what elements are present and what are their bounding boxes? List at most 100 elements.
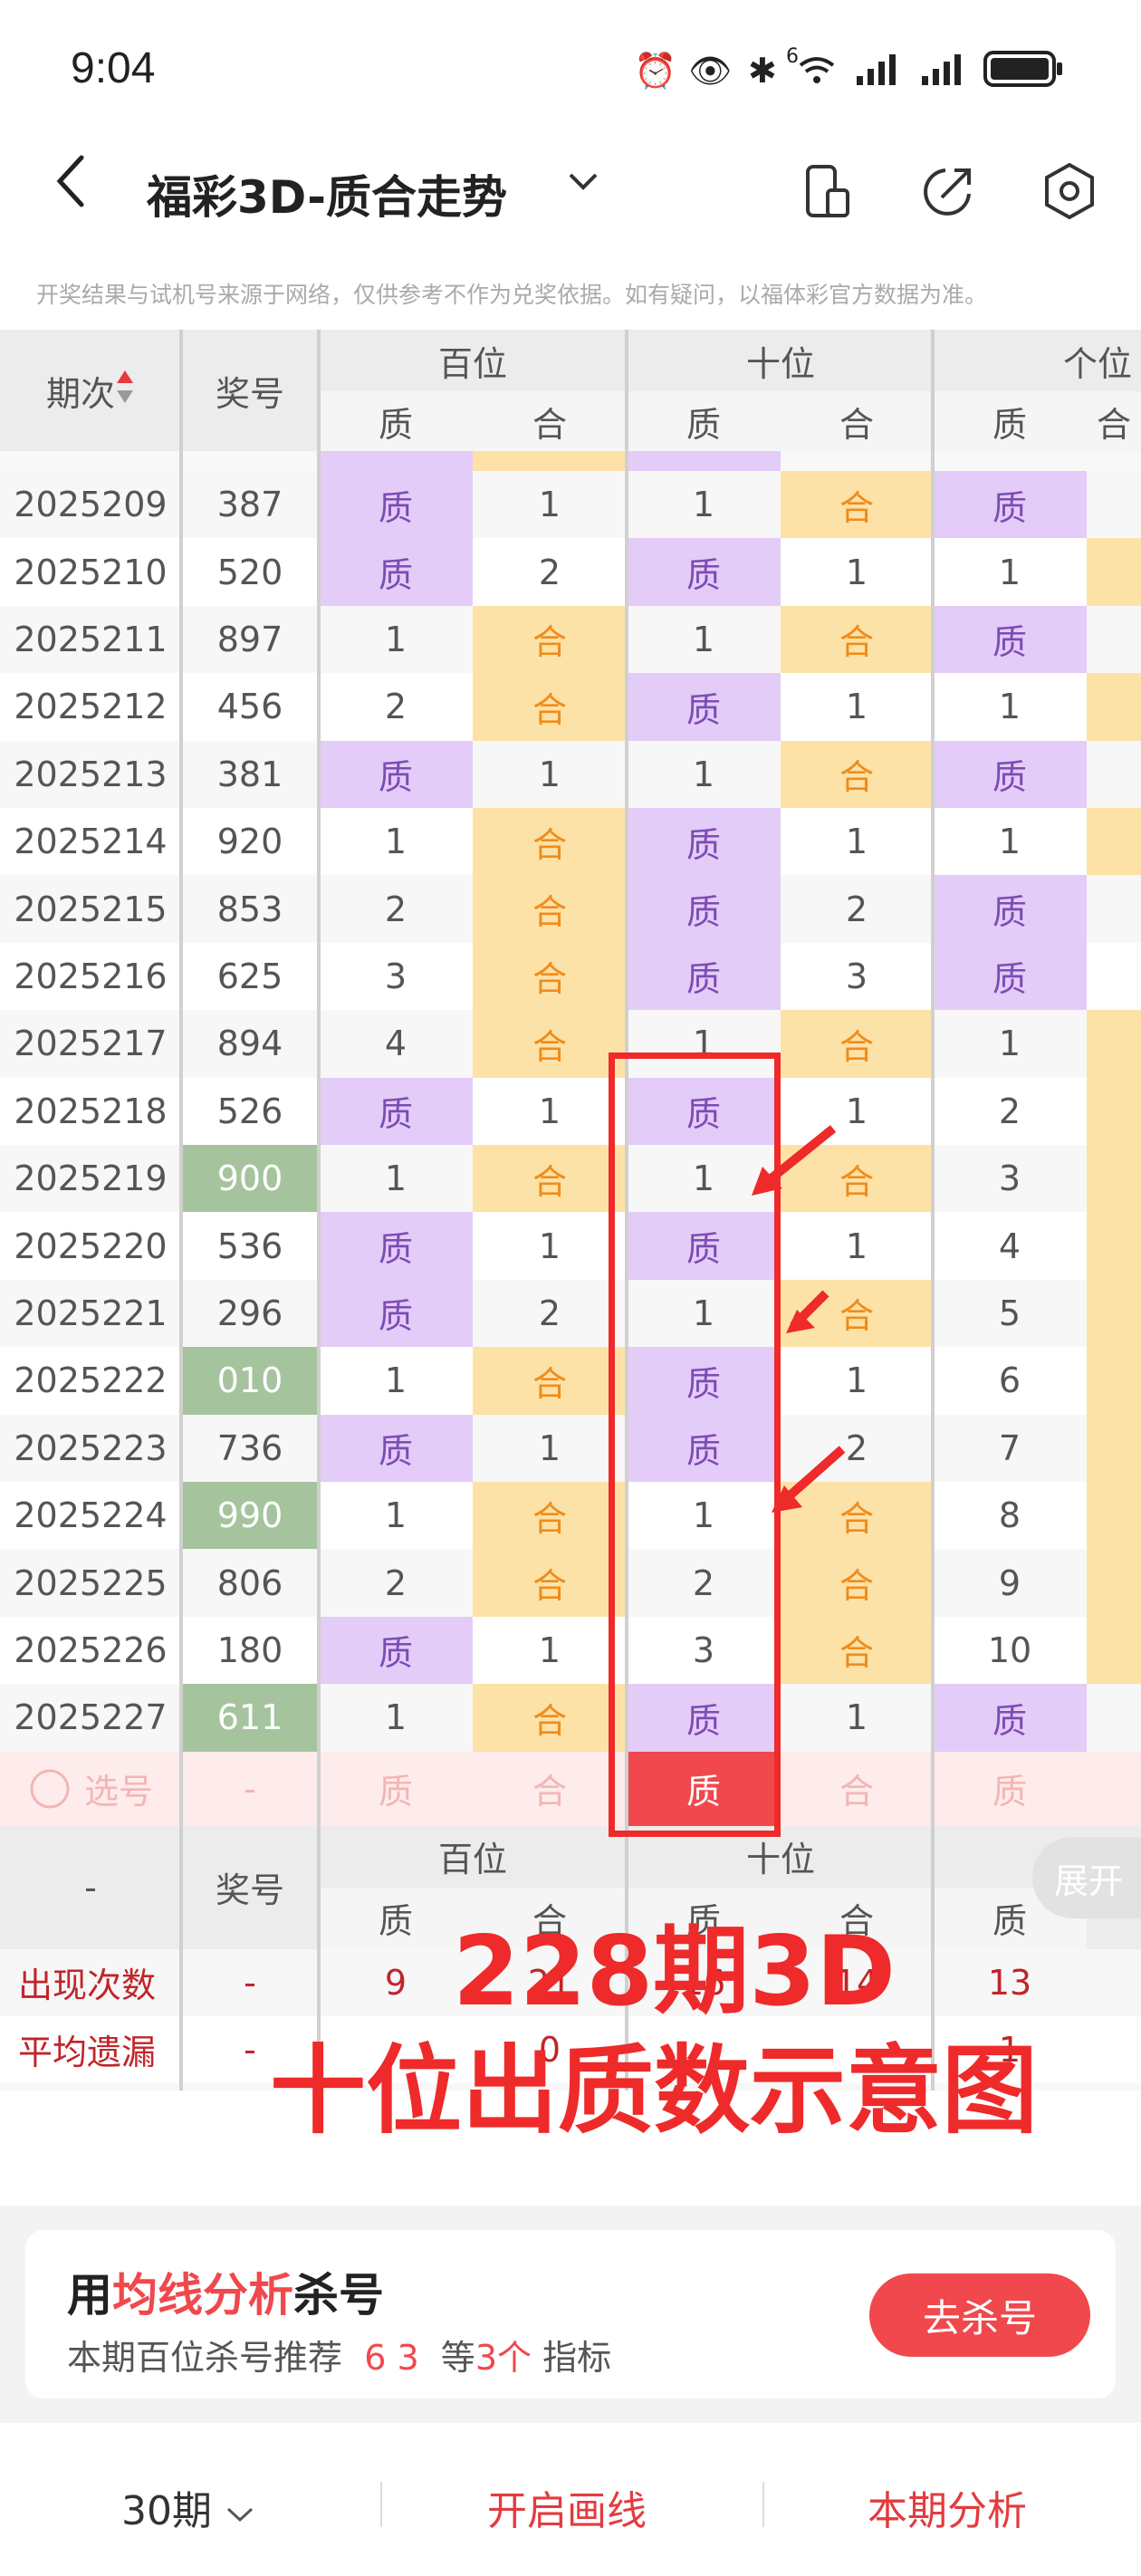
row-cell-edge	[1087, 1145, 1141, 1213]
status-bar: 9:04 ⏰ 👁 ✱ 6	[0, 0, 1141, 136]
partial-cell	[627, 451, 781, 471]
row-cell: 质	[627, 538, 781, 606]
row-cell: 1	[781, 673, 933, 741]
pick-cell-3[interactable]: 合	[781, 1752, 933, 1826]
row-cell-edge	[1087, 740, 1141, 808]
row-cell: 2	[473, 538, 627, 606]
row-cell: 1	[627, 740, 781, 808]
row-cell: 1	[473, 1616, 627, 1685]
share-icon[interactable]	[918, 161, 978, 221]
row-cell: 1	[933, 1010, 1087, 1078]
header-group-1: 十位	[627, 330, 935, 391]
row-cell-edge	[1087, 1279, 1141, 1348]
bluetooth-icon: ✱	[748, 51, 777, 91]
row-cell: 1	[473, 471, 627, 539]
column-divider	[931, 330, 935, 2091]
row-number: 010	[181, 1347, 319, 1415]
pick-cell-4[interactable]: 质	[933, 1752, 1087, 1826]
pick-cell-1[interactable]: 合	[473, 1752, 627, 1826]
divider	[762, 2482, 764, 2527]
device-icon[interactable]	[799, 161, 858, 221]
row-cell: 合	[473, 1010, 627, 1078]
draw-line-button[interactable]: 开启画线	[487, 2478, 647, 2536]
row-cell: 合	[473, 1684, 627, 1752]
stats-edge	[1087, 2082, 1141, 2091]
pick-label: 选号	[0, 1752, 181, 1826]
divider	[380, 2482, 382, 2527]
row-cell: 合	[781, 471, 933, 539]
row-cell: 1	[319, 1347, 473, 1415]
stats-value: 9	[319, 1948, 473, 2016]
kill-number-button[interactable]: 去杀号	[869, 2273, 1090, 2357]
row-cell-edge	[1087, 942, 1141, 1011]
row-period: 2025216	[0, 942, 181, 1011]
row-cell: 2	[473, 1279, 627, 1348]
promo-title: 用均线分析杀号	[67, 2259, 384, 2324]
settings-icon[interactable]	[1040, 161, 1099, 221]
row-cell: 质	[319, 1279, 473, 1348]
row-cell: 质	[319, 740, 473, 808]
row-cell-edge	[1087, 538, 1141, 606]
row-cell: 质	[933, 942, 1087, 1011]
row-cell: 质	[319, 1616, 473, 1685]
row-number: 853	[181, 875, 319, 943]
row-cell: 1	[627, 471, 781, 539]
header-sub-5: 合	[1087, 391, 1141, 451]
row-number: 456	[181, 673, 319, 741]
column-divider	[317, 330, 321, 2091]
row-cell: 3	[781, 942, 933, 1011]
row-number: 526	[181, 1077, 319, 1145]
signal-icon	[857, 54, 896, 85]
row-cell-edge	[1087, 808, 1141, 876]
row-period: 2025222	[0, 1347, 181, 1415]
row-cell: 2	[319, 673, 473, 741]
stats-label: 出现次数	[0, 1948, 181, 2016]
row-period: 2025217	[0, 1010, 181, 1078]
row-number: 894	[181, 1010, 319, 1078]
row-cell: 合	[473, 1145, 627, 1213]
page-title: 福彩3D-质合走势	[147, 171, 507, 224]
row-cell: 1	[473, 1212, 627, 1280]
row-cell: 8	[933, 1482, 1087, 1550]
sort-icon[interactable]	[115, 369, 135, 413]
row-cell: 1	[933, 538, 1087, 606]
annotation-title: 228期3D	[453, 1916, 896, 2027]
row-cell-edge	[1087, 1347, 1141, 1415]
row-cell: 1	[319, 1482, 473, 1550]
arrow-icon	[786, 1290, 829, 1333]
row-cell: 合	[473, 1549, 627, 1617]
promo-card[interactable]: 用均线分析杀号 本期百位杀号推荐 6 3 等3个 指标 去杀号	[25, 2230, 1116, 2398]
row-cell: 1	[781, 1212, 933, 1280]
back-icon[interactable]	[53, 152, 89, 210]
row-cell-edge	[1087, 1616, 1141, 1685]
stats-header-number: 奖号	[181, 1825, 319, 1949]
circle-icon[interactable]	[28, 1766, 84, 1811]
row-period: 2025212	[0, 673, 181, 741]
partial-cell	[473, 451, 627, 471]
chevron-down-icon	[226, 2507, 254, 2523]
row-number: 536	[181, 1212, 319, 1280]
row-cell: 质	[627, 942, 781, 1011]
row-number: 900	[181, 1145, 319, 1213]
row-period: 2025227	[0, 1684, 181, 1752]
row-cell: 合	[473, 1347, 627, 1415]
battery-icon	[983, 51, 1062, 87]
trend-table: 期次 奖号 百位 十位 个位质合质合质合 2025209 387 质 1 1 合质 2025210 52…	[0, 330, 1141, 2091]
promo-sub-count: 3个	[475, 2338, 532, 2378]
row-cell: 合	[781, 740, 933, 808]
row-cell-edge	[1087, 1482, 1141, 1550]
pick-cell-0[interactable]: 质	[319, 1752, 473, 1826]
promo-title-post: 杀号	[293, 2269, 384, 2321]
period-select[interactable]: 30期	[121, 2478, 255, 2536]
header-sub-0: 质	[319, 391, 473, 451]
chevron-down-icon[interactable]	[567, 170, 599, 192]
expand-button[interactable]: 展开	[1032, 1837, 1141, 1918]
row-cell-edge	[1087, 875, 1141, 943]
row-cell: 合	[781, 605, 933, 674]
row-cell: 质	[627, 875, 781, 943]
row-cell: 1	[781, 538, 933, 606]
period-analysis-button[interactable]: 本期分析	[868, 2478, 1027, 2536]
row-cell-edge	[1087, 605, 1141, 674]
row-number: 990	[181, 1482, 319, 1550]
row-cell: 质	[319, 1414, 473, 1482]
